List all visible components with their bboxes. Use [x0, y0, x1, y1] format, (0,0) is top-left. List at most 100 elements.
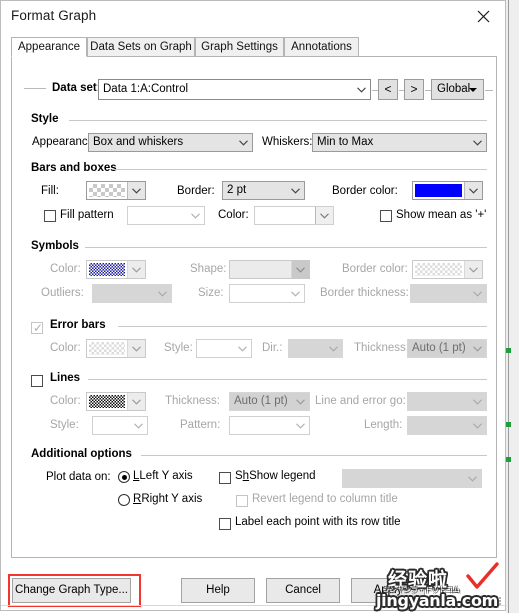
lines-pattern-select[interactable] — [229, 416, 310, 435]
whiskers-select-value: Min to Max — [317, 136, 374, 148]
lines-color-label: Color: — [50, 395, 81, 407]
background-green-marker — [506, 348, 511, 353]
symbols-shape-select[interactable] — [229, 260, 310, 279]
show-legend-checkbox[interactable] — [219, 472, 231, 484]
show-mean-checkbox[interactable] — [380, 210, 392, 222]
right-y-axis-label: RRight Y axis — [133, 493, 203, 505]
border-label: Border: — [177, 185, 215, 197]
error-bars-color-swatch[interactable] — [86, 339, 146, 358]
error-bars-direction-select[interactable] — [288, 339, 343, 358]
plot-data-on-label: Plot data on: — [46, 471, 111, 483]
lines-thickness-select[interactable]: Auto (1 pt) — [229, 392, 310, 411]
right-y-axis-text: Right Y axis — [141, 493, 203, 505]
pattern-color-preview — [257, 209, 313, 222]
lines-color-swatch[interactable] — [86, 392, 146, 411]
chevron-down-icon — [464, 261, 482, 278]
outliers-select[interactable] — [92, 284, 172, 303]
close-icon[interactable] — [461, 1, 505, 31]
whiskers-select[interactable]: Min to Max — [312, 133, 487, 152]
show-mean-label: Show mean as '+' — [396, 209, 487, 221]
additional-options-group-title: Additional options — [31, 448, 132, 460]
format-graph-dialog: Format Graph Appearance Data Sets on Gra… — [0, 0, 507, 611]
symbols-shape-value — [232, 263, 289, 276]
label-each-point-checkbox[interactable] — [219, 518, 231, 530]
border-color-swatch[interactable] — [412, 181, 483, 200]
tab-appearance[interactable]: Appearance — [11, 37, 87, 57]
appearance-select[interactable]: Box and whiskers — [88, 133, 253, 152]
fill-pattern-checkbox[interactable] — [44, 210, 56, 222]
error-bars-style-select[interactable] — [196, 339, 252, 358]
appearance-select-value: Box and whiskers — [93, 136, 184, 148]
lines-style-select[interactable] — [92, 416, 148, 435]
page-title: Format Graph — [11, 8, 97, 23]
lines-checkbox[interactable] — [31, 375, 43, 387]
fill-pattern-select[interactable] — [127, 206, 205, 225]
line-and-error-go-select[interactable] — [407, 392, 487, 411]
tab-data-sets-on-graph[interactable]: Data Sets on Graph — [87, 37, 195, 57]
pattern-color-swatch[interactable] — [254, 206, 334, 225]
lines-pattern-label: Pattern: — [180, 419, 221, 431]
tab-bar: Appearance Data Sets on Graph Graph Sett… — [11, 37, 497, 57]
dialog-titlebar[interactable]: Format Graph — [1, 1, 505, 31]
legend-select[interactable] — [342, 469, 482, 488]
dataset-select[interactable]: Data 1:A:Control — [98, 79, 371, 100]
symbols-size-select[interactable] — [229, 284, 305, 303]
outliers-label: Outliers: — [41, 287, 84, 299]
revert-legend-checkbox[interactable] — [236, 495, 248, 507]
previous-dataset-button[interactable]: < — [378, 79, 398, 100]
border-thickness-select[interactable] — [410, 284, 487, 303]
next-dataset-button[interactable]: > — [404, 79, 424, 100]
chevron-down-icon — [329, 346, 338, 352]
dataset-rule-left — [24, 88, 46, 89]
chevron-down-icon — [238, 346, 247, 352]
cancel-button[interactable]: Cancel — [266, 578, 340, 603]
dataset-label: Data set: — [52, 82, 101, 94]
lines-style-label: Style: — [50, 419, 79, 431]
help-button[interactable]: Help — [181, 578, 255, 603]
dataset-rule-d — [485, 90, 493, 91]
resize-grip[interactable] — [492, 597, 502, 607]
dataset-select-value: Data 1:A:Control — [103, 83, 189, 95]
lines-length-select[interactable] — [407, 416, 487, 435]
radio-right-y-axis[interactable] — [118, 494, 130, 506]
pattern-color-label: Color: — [218, 209, 249, 221]
chevron-down-icon — [315, 207, 333, 224]
label-each-point-label: Label each point with its row title — [235, 516, 401, 528]
border-width-value: 2 pt — [227, 184, 247, 196]
symbols-border-color-swatch[interactable] — [412, 260, 483, 279]
fill-color-swatch[interactable] — [86, 181, 146, 200]
error-bars-checkbox[interactable]: ✓ — [31, 322, 43, 334]
background-green-marker — [506, 422, 511, 427]
chevron-down-icon — [127, 393, 145, 410]
symbols-color-preview — [89, 263, 125, 276]
error-bars-color-preview — [89, 342, 125, 355]
scope-dropdown-button[interactable]: Global — [431, 79, 484, 100]
tab-annotations[interactable]: Annotations — [284, 37, 359, 57]
chevron-down-icon — [291, 188, 300, 194]
symbols-color-swatch[interactable] — [86, 260, 146, 279]
fill-label: Fill: — [41, 185, 59, 197]
error-bars-direction-label: Dir.: — [262, 342, 283, 354]
chevron-down-icon — [291, 291, 300, 297]
chevron-down-icon — [296, 423, 305, 429]
chevron-down-icon — [473, 291, 482, 297]
apply-button[interactable]: Apply — [351, 578, 425, 603]
error-bars-thickness-label: Thickness: — [354, 342, 409, 354]
symbols-shape-label: Shape: — [190, 263, 227, 275]
symbols-size-label: Size: — [198, 287, 224, 299]
chevron-down-icon — [134, 423, 143, 429]
chevron-down-icon — [468, 476, 477, 482]
scope-dropdown-label: Global — [437, 83, 471, 95]
radio-left-y-axis[interactable] — [118, 471, 130, 483]
error-bars-thickness-value: Auto (1 pt) — [412, 342, 466, 354]
lines-color-preview — [89, 395, 125, 408]
error-bars-thickness-select[interactable]: Auto (1 pt) — [407, 339, 487, 358]
check-icon: ✓ — [33, 321, 44, 335]
chevron-down-icon — [127, 261, 145, 278]
border-width-select[interactable]: 2 pt — [222, 181, 305, 200]
left-y-axis-label: LLeft Y axis — [133, 470, 193, 482]
chevron-down-icon — [296, 399, 305, 405]
tab-graph-settings[interactable]: Graph Settings — [195, 37, 284, 57]
line-and-error-go-label: Line and error go: — [315, 395, 406, 407]
chevron-down-icon — [473, 140, 482, 146]
